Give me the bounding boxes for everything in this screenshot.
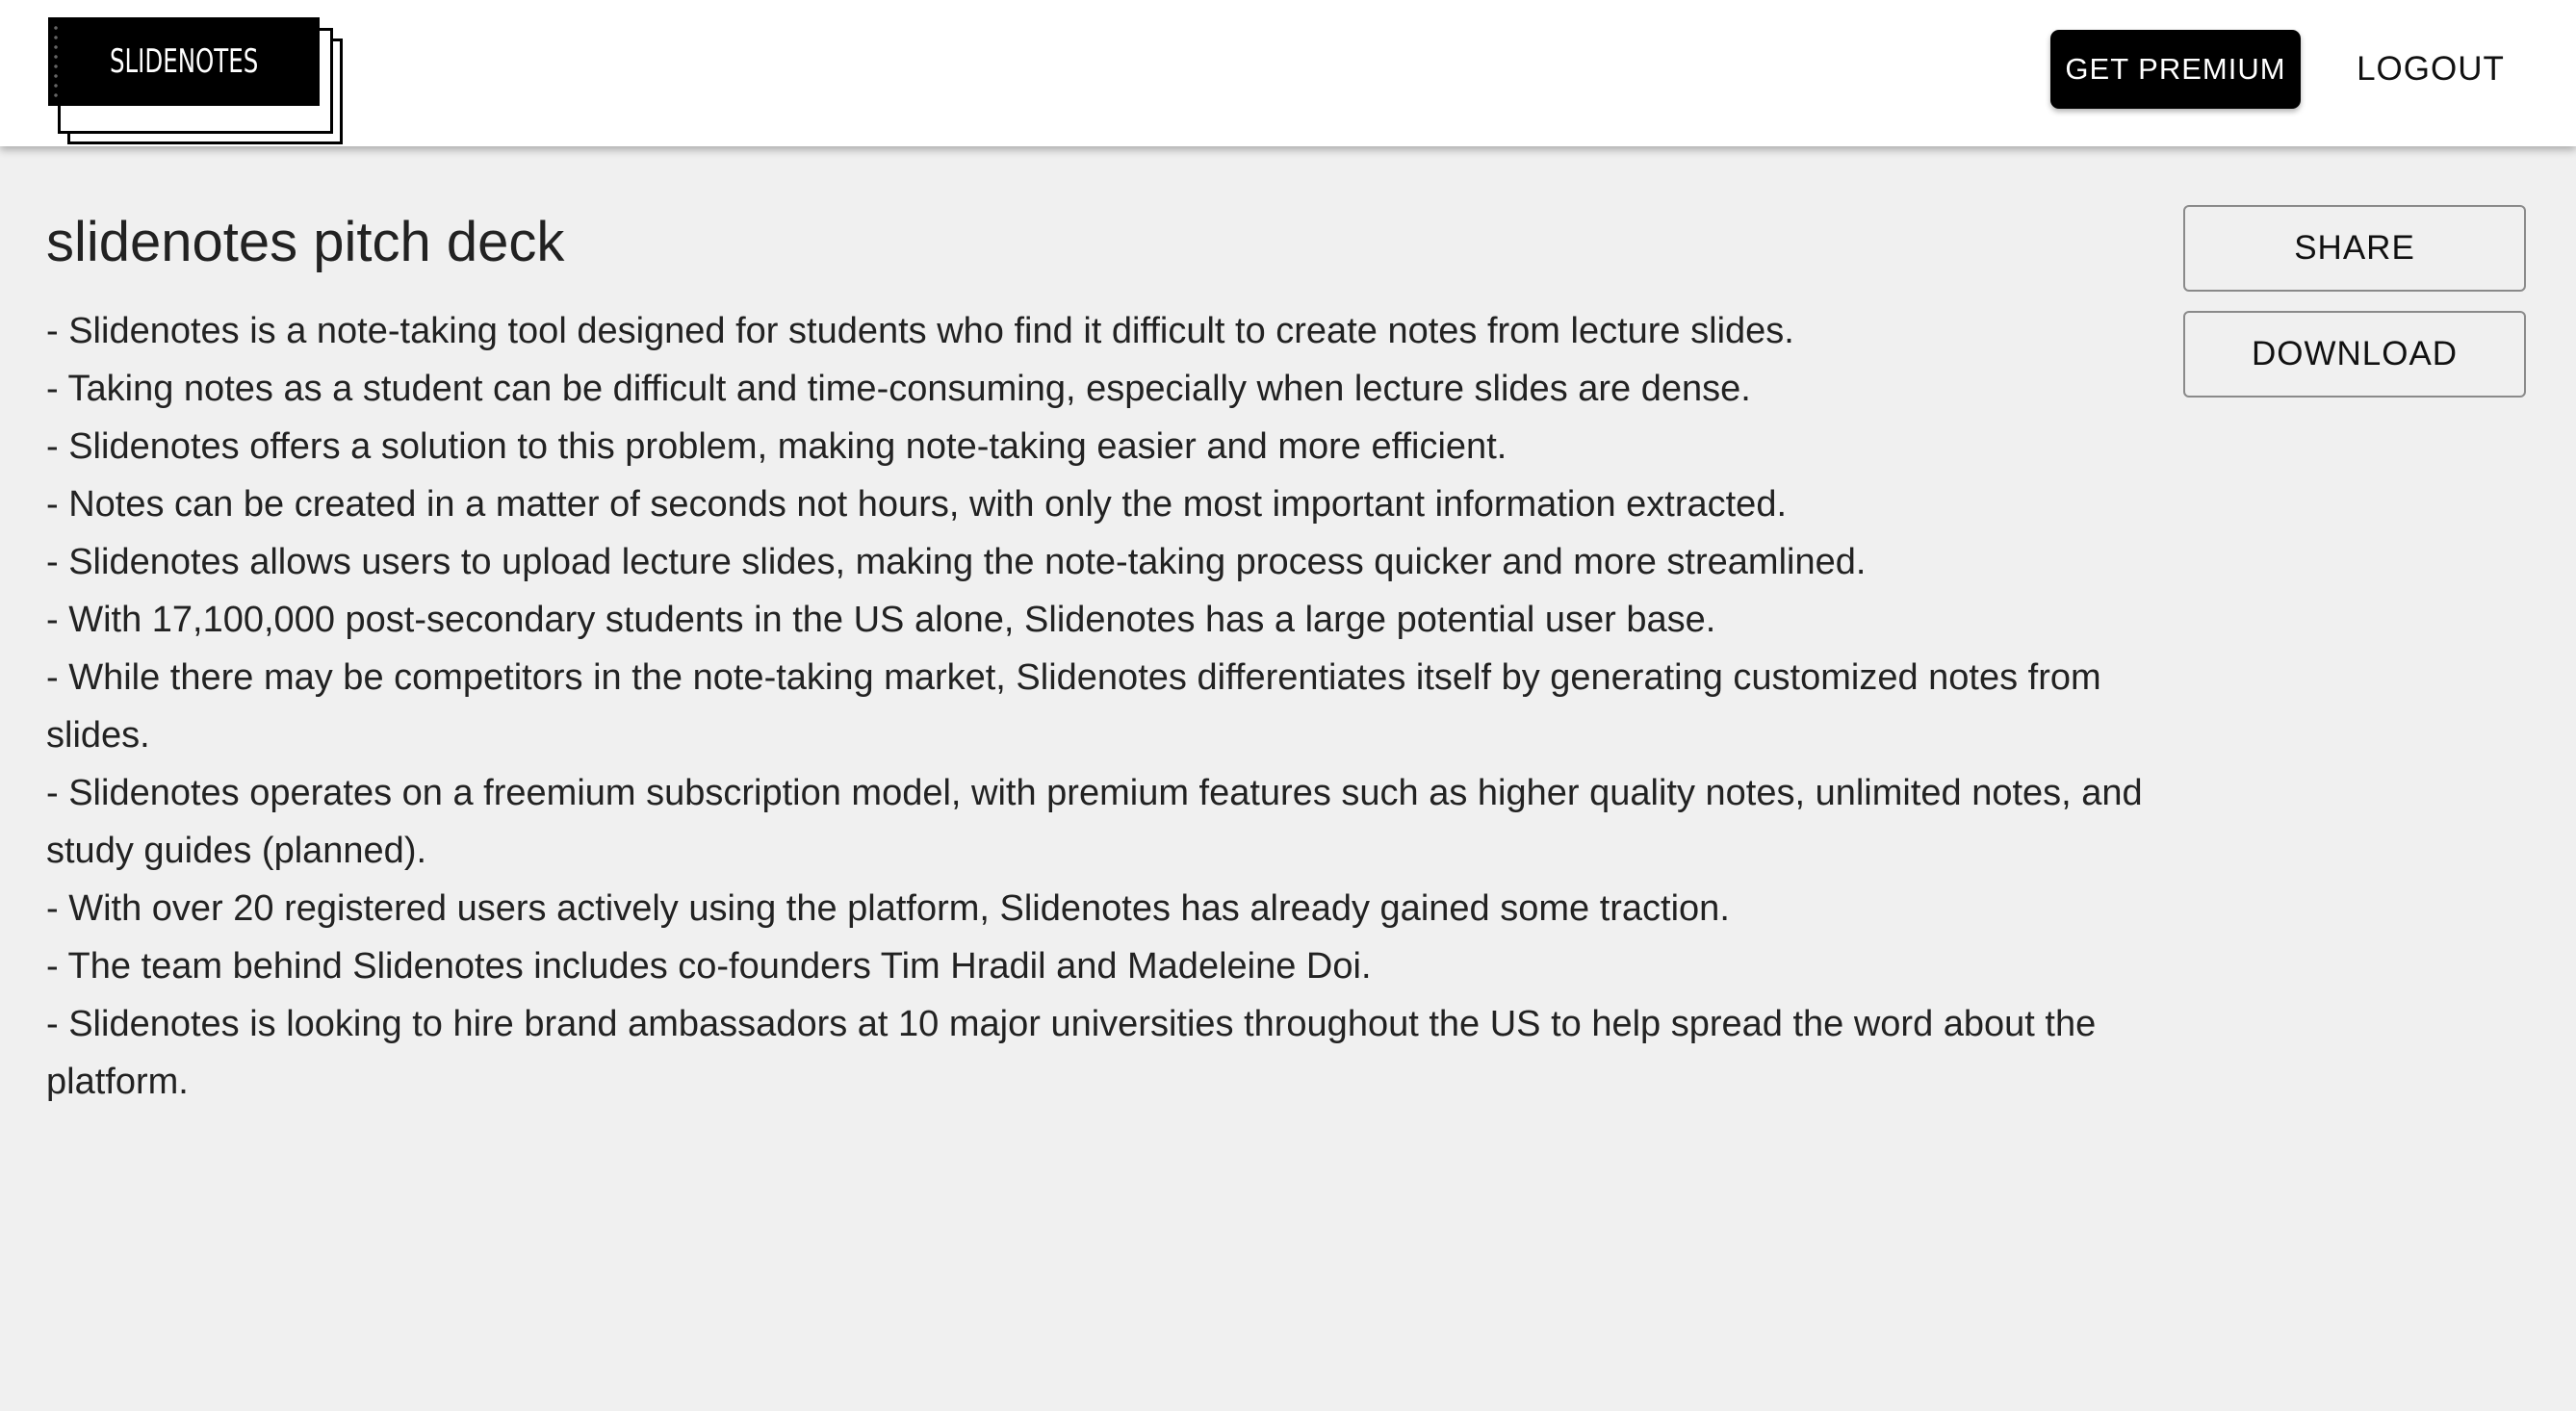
note-item: - Notes can be created in a matter of se… — [46, 484, 1788, 525]
note-item: - Slidenotes offers a solution to this p… — [46, 426, 1507, 467]
get-premium-button[interactable]: GET PREMIUM — [2050, 30, 2301, 109]
note-item: - Taking notes as a student can be diffi… — [46, 369, 1751, 409]
note-item: - Slidenotes operates on a freemium subs… — [46, 773, 2143, 871]
download-button[interactable]: DOWNLOAD — [2183, 311, 2526, 398]
note-item: - While there may be competitors in the … — [46, 657, 2101, 756]
logout-button[interactable]: LOGOUT — [2339, 30, 2522, 109]
top-nav-bar: SLIDENOTES GET PREMIUM LOGOUT — [0, 0, 2576, 146]
document-content: slidenotes pitch deck - Slidenotes is a … — [46, 204, 2164, 1111]
note-item: - With over 20 registered users actively… — [46, 888, 1730, 929]
share-button[interactable]: SHARE — [2183, 205, 2526, 292]
logo-text: SLIDENOTES — [109, 42, 259, 81]
note-item: - With 17,100,000 post-secondary student… — [46, 600, 1716, 640]
notes-list: - Slidenotes is a note-taking tool desig… — [46, 302, 2164, 1111]
slidenotes-logo[interactable]: SLIDENOTES — [48, 17, 347, 144]
note-item: - The team behind Slidenotes includes co… — [46, 946, 1372, 987]
note-item: - Slidenotes is looking to hire brand am… — [46, 1004, 2097, 1102]
logo-front-sheet: SLIDENOTES — [48, 17, 320, 106]
note-item: - Slidenotes allows users to upload lect… — [46, 542, 1867, 582]
document-title: slidenotes pitch deck — [46, 211, 565, 273]
logo-binding-dots — [52, 23, 60, 100]
note-item: - Slidenotes is a note-taking tool desig… — [46, 311, 1794, 351]
